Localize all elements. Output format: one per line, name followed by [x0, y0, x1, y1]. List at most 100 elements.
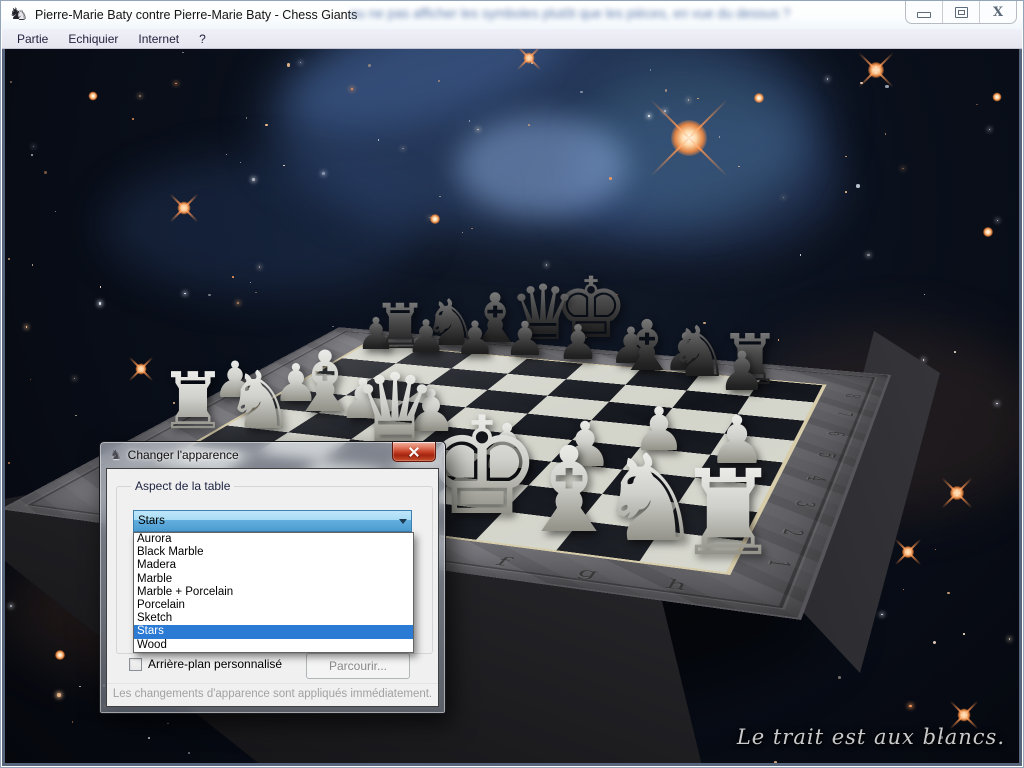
- star: [99, 302, 102, 305]
- nebula: [267, 49, 827, 236]
- star: [648, 115, 651, 118]
- star: [322, 172, 326, 176]
- star: [402, 148, 404, 150]
- star: [175, 83, 177, 85]
- dropdown-item[interactable]: Sketch: [134, 612, 413, 625]
- dialog-client-area: Aspect de la table Stars Aurora Black Ma…: [106, 468, 439, 707]
- nebula: [582, 61, 802, 221]
- star: [295, 718, 298, 721]
- dialog-close-button[interactable]: [392, 442, 436, 462]
- star: [738, 166, 740, 168]
- blurred-overlay-text: ou ne pas afficher les symboles plutôt q…: [350, 6, 950, 21]
- dropdown-item[interactable]: Marble: [134, 573, 413, 586]
- star: [259, 266, 261, 268]
- star: [182, 52, 184, 54]
- star: [884, 500, 887, 503]
- combobox-value: Stars: [134, 515, 395, 527]
- star: [997, 220, 999, 222]
- black-pawn[interactable]: ♟: [450, 315, 501, 361]
- star: [719, 136, 721, 138]
- star: [368, 64, 371, 67]
- star: [963, 633, 965, 635]
- star: [887, 454, 890, 457]
- dropdown-item[interactable]: Stars: [134, 625, 413, 638]
- browse-button[interactable]: Parcourir...: [306, 653, 410, 679]
- star: [72, 721, 74, 723]
- nebula: [102, 156, 422, 296]
- star: [531, 62, 534, 65]
- star: [378, 139, 380, 141]
- star: [471, 228, 473, 230]
- star: [255, 292, 257, 294]
- table-aspect-dropdown: Aurora Black Marble Madera Marble Marble…: [133, 532, 414, 653]
- star: [332, 326, 334, 328]
- menu-help[interactable]: ?: [189, 29, 216, 48]
- star: [664, 110, 666, 112]
- star: [300, 62, 302, 64]
- menu-internet[interactable]: Internet: [128, 29, 189, 48]
- dropdown-item[interactable]: Aurora: [134, 533, 413, 546]
- star: [902, 168, 904, 170]
- menu-echiquier[interactable]: Echiquier: [58, 29, 128, 48]
- custom-background-checkbox[interactable]: [129, 658, 142, 671]
- star: [800, 254, 802, 256]
- custom-background-row: Arrière-plan personnalisé: [129, 657, 282, 671]
- star: [884, 574, 886, 576]
- black-pawn[interactable]: ♟: [712, 345, 771, 399]
- star: [237, 302, 239, 304]
- star: [132, 118, 135, 121]
- nebula: [457, 116, 627, 216]
- star: [827, 78, 829, 80]
- black-pawn[interactable]: ♟: [401, 314, 451, 359]
- close-button[interactable]: X: [979, 1, 1016, 23]
- star: [8, 462, 11, 465]
- dropdown-item[interactable]: Madera: [134, 559, 413, 572]
- dropdown-item[interactable]: Wood: [134, 639, 413, 652]
- star: [188, 752, 191, 755]
- menu-partie[interactable]: Partie: [7, 29, 58, 48]
- dropdown-item[interactable]: Porcelain: [134, 599, 413, 612]
- star: [75, 415, 77, 417]
- groupbox-label: Aspect de la table: [131, 479, 234, 493]
- star: [697, 98, 699, 100]
- dropdown-item[interactable]: Marble + Porcelain: [134, 586, 413, 599]
- star: [26, 326, 28, 328]
- star: [167, 723, 169, 725]
- star: [924, 294, 926, 296]
- star: [32, 557, 35, 560]
- star: [287, 63, 291, 67]
- star: [860, 82, 863, 85]
- change-appearance-dialog: ♞ Changer l'apparence Aspect de la table…: [99, 441, 446, 714]
- star: [935, 549, 937, 551]
- chevron-down-icon[interactable]: [395, 519, 411, 524]
- knight-icon: ♞: [110, 448, 122, 463]
- star: [438, 80, 441, 83]
- star: [226, 154, 228, 156]
- white-knight[interactable]: ♞: [216, 361, 304, 441]
- nebula: [272, 49, 591, 160]
- black-pawn[interactable]: ♟: [552, 319, 605, 367]
- black-pawn[interactable]: ♟: [499, 316, 551, 363]
- minimize-button[interactable]: [906, 1, 942, 23]
- chess-knights-icon: ♞ ♞: [9, 6, 29, 24]
- star: [665, 89, 668, 92]
- star: [30, 379, 32, 381]
- star: [856, 184, 860, 188]
- star: [909, 705, 912, 708]
- star: [845, 191, 847, 193]
- nebula: [562, 106, 842, 256]
- table-aspect-combobox[interactable]: Stars: [133, 510, 412, 532]
- dropdown-item[interactable]: Black Marble: [134, 546, 413, 559]
- maximize-button[interactable]: [942, 1, 979, 23]
- star: [933, 641, 937, 645]
- window-controls: X: [905, 1, 1017, 24]
- star: [351, 88, 353, 90]
- star: [580, 91, 583, 94]
- white-rook[interactable]: ♜: [663, 454, 793, 572]
- star: [55, 211, 57, 213]
- star: [650, 69, 652, 71]
- star: [462, 232, 464, 234]
- star: [57, 693, 61, 697]
- star: [33, 146, 35, 148]
- star: [78, 551, 80, 553]
